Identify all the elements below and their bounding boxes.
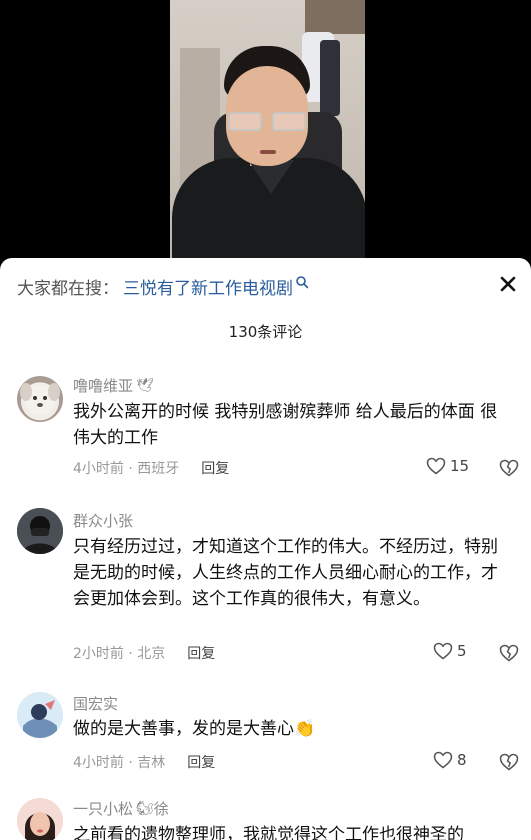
comment-meta: 2小时前 · 北京 回复 — [73, 643, 215, 663]
comment-text: 只有经历过过，才知道这个工作的伟大。不经历过，特别是无助的时候，人生终点的工作人… — [73, 537, 498, 609]
like-button[interactable]: 8 — [433, 751, 467, 769]
reply-button[interactable]: 回复 — [187, 643, 215, 663]
like-count: 15 — [450, 457, 470, 475]
comment-time-location: 4小时前 · 西班牙 — [73, 461, 180, 477]
broken-heart-icon[interactable] — [499, 458, 519, 478]
comment-count: 130条评论 — [228, 323, 303, 341]
like-button[interactable]: 15 — [426, 457, 469, 475]
video-player[interactable] — [0, 0, 531, 258]
avatar[interactable] — [17, 508, 63, 554]
comment-time-location: 4小时前 · 吉林 — [73, 755, 166, 771]
heart-icon — [433, 751, 453, 769]
broken-heart-icon[interactable] — [499, 752, 519, 772]
comments-sheet: 大家都在搜： 三悦有了新工作电视剧 130条评论 噜噜维亚 🕊 我外公离开的时候… — [0, 258, 531, 840]
comment-username[interactable]: 国宏实 — [73, 693, 118, 714]
heart-icon — [433, 642, 453, 660]
comment-username[interactable]: 群众小张 — [73, 510, 133, 531]
video-frame — [170, 0, 365, 258]
like-button[interactable]: 5 — [433, 642, 467, 660]
comment-meta: 4小时前 · 西班牙 回复 — [73, 458, 229, 478]
clapping-emoji: 👏 — [294, 719, 316, 739]
comment-meta: 4小时前 · 吉林 回复 — [73, 752, 215, 772]
search-suggestion[interactable]: 大家都在搜： 三悦有了新工作电视剧 — [17, 274, 309, 299]
like-count: 8 — [457, 751, 467, 769]
broken-heart-icon[interactable] — [499, 643, 519, 663]
comment-text: 之前看的遗物整理师，我就觉得这个工作也很神圣的 — [73, 825, 464, 840]
squirrel-emoji: 🐿 — [136, 800, 154, 817]
search-suggestion-link[interactable]: 三悦有了新工作电视剧 — [123, 274, 293, 299]
close-icon[interactable] — [496, 272, 520, 296]
heart-icon — [426, 457, 446, 475]
like-count: 5 — [457, 642, 467, 660]
reply-button[interactable]: 回复 — [187, 752, 215, 772]
avatar[interactable] — [17, 376, 63, 422]
avatar[interactable] — [17, 692, 63, 738]
comment-username[interactable]: 噜噜维亚 🕊 — [73, 375, 154, 396]
search-prefix: 大家都在搜： — [17, 278, 119, 299]
comment-text: 我外公离开的时候 我特别感谢殡葬师 给人最后的体面 很伟大的工作 — [73, 402, 498, 448]
comment-username[interactable]: 一只小松 🐿 徐 — [73, 798, 169, 819]
dove-emoji: 🕊 — [136, 377, 154, 394]
comment-time-location: 2小时前 · 北京 — [73, 646, 166, 662]
search-icon — [296, 276, 309, 289]
comment-text: 做的是大善事，发的是大善心👏 — [73, 719, 316, 739]
avatar[interactable] — [17, 798, 63, 840]
reply-button[interactable]: 回复 — [201, 458, 229, 478]
